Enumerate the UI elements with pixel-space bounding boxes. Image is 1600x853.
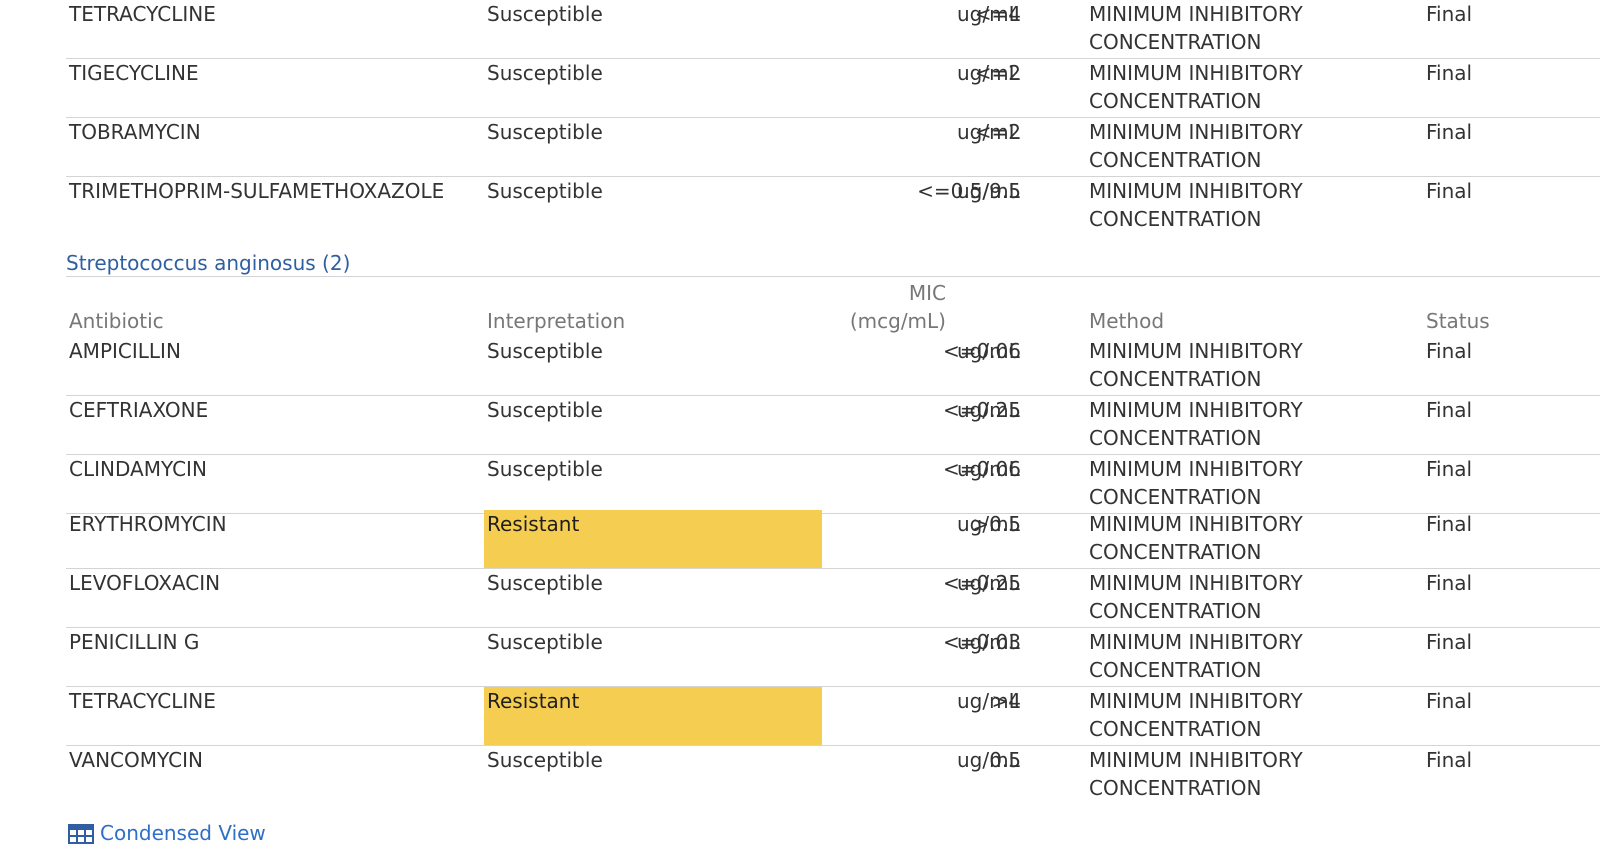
antibiotic-name: AMPICILLIN bbox=[69, 339, 181, 363]
mic-units: ug/mL bbox=[957, 179, 1020, 203]
table-row: CLINDAMYCIN Susceptible <=0.06 ug/mL MIN… bbox=[66, 455, 1600, 514]
status: Final bbox=[1426, 689, 1473, 713]
mic-units: ug/mL bbox=[957, 339, 1020, 363]
method: MINIMUM INHIBITORY CONCENTRATION bbox=[1089, 61, 1303, 113]
antibiotic-name: CLINDAMYCIN bbox=[69, 457, 207, 481]
antibiotic-name: TETRACYCLINE bbox=[69, 2, 216, 26]
mic-units: ug/mL bbox=[957, 61, 1020, 85]
table-row: TETRACYCLINE Susceptible <=4 ug/mL MINIM… bbox=[66, 0, 1600, 59]
header-antibiotic: Antibiotic bbox=[69, 309, 164, 333]
header-status: Status bbox=[1426, 309, 1490, 333]
status: Final bbox=[1426, 398, 1473, 422]
table-row: TIGECYCLINE Susceptible <=2 ug/mL MINIMU… bbox=[66, 59, 1600, 118]
table-row: PENICILLIN G Susceptible <=0.03 ug/mL MI… bbox=[66, 628, 1600, 687]
table-row: CEFTRIAXONE Susceptible <=0.25 ug/mL MIN… bbox=[66, 396, 1600, 455]
method: MINIMUM INHIBITORY CONCENTRATION bbox=[1089, 457, 1303, 509]
method: MINIMUM INHIBITORY CONCENTRATION bbox=[1089, 748, 1303, 800]
status: Final bbox=[1426, 748, 1473, 772]
table-row: TETRACYCLINE Resistant >4 ug/mL MINIMUM … bbox=[66, 687, 1600, 746]
status: Final bbox=[1426, 120, 1473, 144]
status: Final bbox=[1426, 512, 1473, 536]
antibiotic-name: TOBRAMYCIN bbox=[69, 120, 201, 144]
status: Final bbox=[1426, 457, 1473, 481]
status: Final bbox=[1426, 339, 1473, 363]
condensed-view-link[interactable]: Condensed View bbox=[68, 818, 266, 848]
method: MINIMUM INHIBITORY CONCENTRATION bbox=[1089, 398, 1303, 450]
antibiotic-name: TRIMETHOPRIM-SULFAMETHOXAZOLE bbox=[69, 179, 445, 203]
organism-title: Streptococcus anginosus (2) bbox=[66, 250, 1600, 277]
method: MINIMUM INHIBITORY CONCENTRATION bbox=[1089, 2, 1303, 54]
mic-units: ug/mL bbox=[957, 398, 1020, 422]
method: MINIMUM INHIBITORY CONCENTRATION bbox=[1089, 512, 1303, 564]
antibiotic-name: CEFTRIAXONE bbox=[69, 398, 209, 422]
status: Final bbox=[1426, 2, 1473, 26]
method: MINIMUM INHIBITORY CONCENTRATION bbox=[1089, 630, 1303, 682]
antibiotic-name: TETRACYCLINE bbox=[69, 689, 216, 713]
status: Final bbox=[1426, 61, 1473, 85]
mic-units: ug/mL bbox=[957, 120, 1020, 144]
antibiotic-name: PENICILLIN G bbox=[69, 630, 200, 654]
table-row: TRIMETHOPRIM-SULFAMETHOXAZOLE Susceptibl… bbox=[66, 177, 1600, 235]
antibiotic-name: ERYTHROMYCIN bbox=[69, 512, 227, 536]
condensed-view-label: Condensed View bbox=[100, 821, 266, 845]
mic-units: ug/mL bbox=[957, 689, 1020, 713]
header-method: Method bbox=[1089, 309, 1165, 333]
method: MINIMUM INHIBITORY CONCENTRATION bbox=[1089, 689, 1303, 741]
method: MINIMUM INHIBITORY CONCENTRATION bbox=[1089, 339, 1303, 391]
table-row: ERYTHROMYCIN Resistant >0.5 ug/mL MINIMU… bbox=[66, 510, 1600, 569]
status: Final bbox=[1426, 630, 1473, 654]
table-row: LEVOFLOXACIN Susceptible <=0.25 ug/mL MI… bbox=[66, 569, 1600, 628]
status: Final bbox=[1426, 179, 1473, 203]
method: MINIMUM INHIBITORY CONCENTRATION bbox=[1089, 571, 1303, 623]
antibiotic-name: VANCOMYCIN bbox=[69, 748, 203, 772]
header-mic: MIC (mcg/mL) bbox=[849, 281, 946, 333]
method: MINIMUM INHIBITORY CONCENTRATION bbox=[1089, 120, 1303, 172]
mic-units: ug/mL bbox=[957, 457, 1020, 481]
status: Final bbox=[1426, 571, 1473, 595]
antibiotic-name: LEVOFLOXACIN bbox=[69, 571, 221, 595]
mic-units: ug/mL bbox=[957, 571, 1020, 595]
table-row: VANCOMYCIN Susceptible 0.5 ug/mL MINIMUM… bbox=[66, 746, 1600, 804]
header-interpretation: Interpretation bbox=[487, 309, 626, 333]
table-row: AMPICILLIN Susceptible <=0.06 ug/mL MINI… bbox=[66, 337, 1600, 396]
table-row: TOBRAMYCIN Susceptible <=2 ug/mL MINIMUM… bbox=[66, 118, 1600, 177]
antibiotic-name: TIGECYCLINE bbox=[69, 61, 199, 85]
mic-units: ug/mL bbox=[957, 630, 1020, 654]
mic-units: ug/mL bbox=[957, 748, 1020, 772]
table-grid-icon bbox=[68, 824, 94, 844]
mic-units: ug/mL bbox=[957, 2, 1020, 26]
mic-units: ug/mL bbox=[957, 512, 1020, 536]
method: MINIMUM INHIBITORY CONCENTRATION bbox=[1089, 179, 1303, 231]
